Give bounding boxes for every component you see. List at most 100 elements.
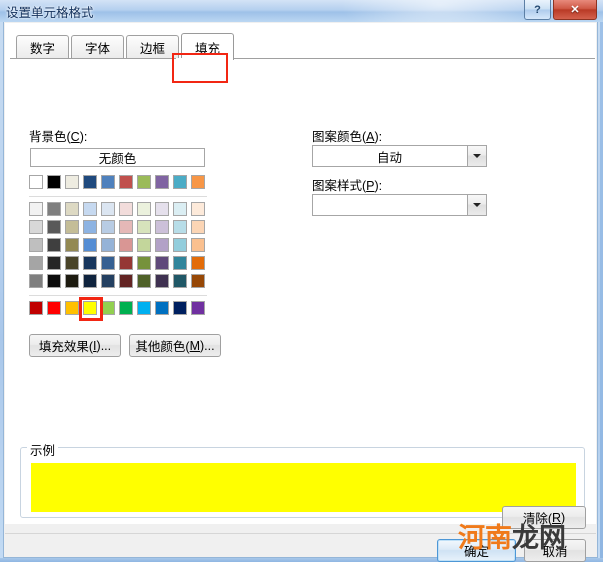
theme-color-swatch-3[interactable] bbox=[83, 175, 97, 189]
tint-row-4-swatch-4[interactable] bbox=[101, 274, 115, 288]
pattern-style-value bbox=[313, 195, 466, 215]
tint-row-4-swatch-7[interactable] bbox=[155, 274, 169, 288]
tint-row-3-swatch-5[interactable] bbox=[119, 256, 133, 270]
standard-color-swatch-4[interactable] bbox=[101, 301, 115, 315]
palette-separator-2 bbox=[29, 295, 207, 296]
no-color-button[interactable]: 无颜色 bbox=[30, 148, 205, 167]
tint-row-0-swatch-4[interactable] bbox=[101, 202, 115, 216]
tint-row-0-swatch-9[interactable] bbox=[191, 202, 205, 216]
standard-color-swatch-6[interactable] bbox=[137, 301, 151, 315]
tab-fill[interactable]: 填充 bbox=[181, 33, 234, 60]
tint-row-3-swatch-6[interactable] bbox=[137, 256, 151, 270]
pattern-style-combobox[interactable] bbox=[312, 194, 487, 216]
tint-row-1-swatch-8[interactable] bbox=[173, 220, 187, 234]
tint-row-2-swatch-0[interactable] bbox=[29, 238, 43, 252]
tint-row-4-row bbox=[29, 274, 209, 292]
tint-row-0-swatch-8[interactable] bbox=[173, 202, 187, 216]
titlebar-glow bbox=[340, 0, 540, 22]
theme-color-swatch-9[interactable] bbox=[191, 175, 205, 189]
tint-row-0-swatch-5[interactable] bbox=[119, 202, 133, 216]
tint-row-2-swatch-4[interactable] bbox=[101, 238, 115, 252]
standard-color-swatch-9[interactable] bbox=[191, 301, 205, 315]
tint-row-4-swatch-2[interactable] bbox=[65, 274, 79, 288]
theme-color-swatch-1[interactable] bbox=[47, 175, 61, 189]
more-colors-button[interactable]: 其他颜色(M)... bbox=[129, 334, 221, 357]
tint-row-0-row bbox=[29, 202, 209, 220]
standard-color-swatch-0[interactable] bbox=[29, 301, 43, 315]
window-title: 设置单元格格式 bbox=[6, 2, 94, 21]
tint-row-1-swatch-1[interactable] bbox=[47, 220, 61, 234]
tint-row-3-row bbox=[29, 256, 209, 274]
tint-row-4-swatch-0[interactable] bbox=[29, 274, 43, 288]
tint-row-1-swatch-0[interactable] bbox=[29, 220, 43, 234]
tint-row-2-swatch-8[interactable] bbox=[173, 238, 187, 252]
footer-separator bbox=[5, 533, 596, 534]
theme-color-swatch-5[interactable] bbox=[119, 175, 133, 189]
tint-row-2-swatch-5[interactable] bbox=[119, 238, 133, 252]
standard-color-swatch-3[interactable] bbox=[83, 301, 97, 315]
theme-color-swatch-2[interactable] bbox=[65, 175, 79, 189]
tint-row-3-swatch-2[interactable] bbox=[65, 256, 79, 270]
standard-color-swatch-7[interactable] bbox=[155, 301, 169, 315]
theme-color-swatch-4[interactable] bbox=[101, 175, 115, 189]
theme-color-swatch-6[interactable] bbox=[137, 175, 151, 189]
pattern-color-combobox[interactable]: 自动 bbox=[312, 145, 487, 167]
ok-button[interactable]: 确定 bbox=[437, 539, 516, 562]
tint-row-2-swatch-7[interactable] bbox=[155, 238, 169, 252]
tint-row-1-swatch-2[interactable] bbox=[65, 220, 79, 234]
theme-color-row bbox=[29, 175, 209, 193]
tint-row-4-swatch-6[interactable] bbox=[137, 274, 151, 288]
tint-row-3-swatch-7[interactable] bbox=[155, 256, 169, 270]
tint-row-0-swatch-2[interactable] bbox=[65, 202, 79, 216]
cancel-button[interactable]: 取消 bbox=[524, 539, 586, 562]
standard-color-swatch-8[interactable] bbox=[173, 301, 187, 315]
theme-color-swatch-8[interactable] bbox=[173, 175, 187, 189]
tint-row-4-swatch-5[interactable] bbox=[119, 274, 133, 288]
tint-row-1-swatch-5[interactable] bbox=[119, 220, 133, 234]
pattern-color-dropdown-button[interactable] bbox=[467, 146, 486, 166]
sample-preview bbox=[31, 463, 576, 512]
tint-row-2-swatch-1[interactable] bbox=[47, 238, 61, 252]
tint-row-1-swatch-6[interactable] bbox=[137, 220, 151, 234]
clear-button[interactable]: 清除(R) bbox=[502, 506, 586, 529]
tab-number[interactable]: 数字 bbox=[16, 35, 69, 59]
tint-row-2-swatch-6[interactable] bbox=[137, 238, 151, 252]
tint-row-4-swatch-3[interactable] bbox=[83, 274, 97, 288]
tint-row-1-swatch-7[interactable] bbox=[155, 220, 169, 234]
tint-row-3-swatch-9[interactable] bbox=[191, 256, 205, 270]
tint-row-0-swatch-7[interactable] bbox=[155, 202, 169, 216]
standard-color-row bbox=[29, 301, 209, 319]
chevron-down-icon bbox=[473, 203, 481, 207]
theme-color-swatch-0[interactable] bbox=[29, 175, 43, 189]
tint-row-3-swatch-1[interactable] bbox=[47, 256, 61, 270]
pattern-style-dropdown-button[interactable] bbox=[467, 195, 486, 215]
tint-row-0-swatch-1[interactable] bbox=[47, 202, 61, 216]
tint-row-2-swatch-9[interactable] bbox=[191, 238, 205, 252]
tint-row-0-swatch-3[interactable] bbox=[83, 202, 97, 216]
tint-row-3-swatch-3[interactable] bbox=[83, 256, 97, 270]
tint-row-4-swatch-8[interactable] bbox=[173, 274, 187, 288]
theme-color-swatch-7[interactable] bbox=[155, 175, 169, 189]
tint-row-2-swatch-3[interactable] bbox=[83, 238, 97, 252]
palette-separator-1 bbox=[29, 196, 207, 197]
tab-border[interactable]: 边框 bbox=[126, 35, 179, 59]
tint-row-1-swatch-9[interactable] bbox=[191, 220, 205, 234]
tint-row-4-swatch-9[interactable] bbox=[191, 274, 205, 288]
close-button[interactable]: ✕ bbox=[553, 0, 597, 20]
standard-color-swatch-1[interactable] bbox=[47, 301, 61, 315]
tint-row-3-swatch-4[interactable] bbox=[101, 256, 115, 270]
tint-row-3-swatch-8[interactable] bbox=[173, 256, 187, 270]
help-button[interactable]: ? bbox=[524, 0, 551, 20]
fill-effects-button[interactable]: 填充效果(I)... bbox=[29, 334, 121, 357]
tab-strip: 数字 字体 边框 填充 bbox=[10, 33, 595, 59]
standard-color-swatch-2[interactable] bbox=[65, 301, 79, 315]
tint-row-0-swatch-0[interactable] bbox=[29, 202, 43, 216]
tint-row-4-swatch-1[interactable] bbox=[47, 274, 61, 288]
standard-color-swatch-5[interactable] bbox=[119, 301, 133, 315]
tab-font[interactable]: 字体 bbox=[71, 35, 124, 59]
tint-row-2-swatch-2[interactable] bbox=[65, 238, 79, 252]
tint-row-1-swatch-3[interactable] bbox=[83, 220, 97, 234]
tint-row-1-swatch-4[interactable] bbox=[101, 220, 115, 234]
tint-row-3-swatch-0[interactable] bbox=[29, 256, 43, 270]
tint-row-0-swatch-6[interactable] bbox=[137, 202, 151, 216]
